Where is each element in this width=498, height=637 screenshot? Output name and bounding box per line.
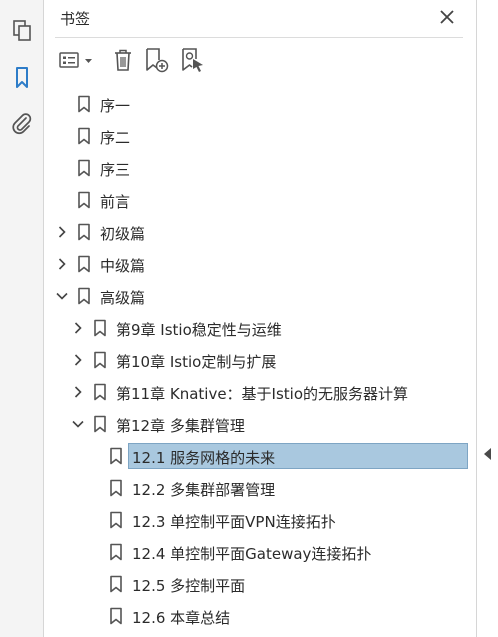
close-icon[interactable]	[438, 8, 456, 26]
bookmark-label: 12.5 多控制平面	[132, 577, 246, 595]
bookmark-row[interactable]: 前言	[45, 185, 476, 215]
bookmark-label: 第9章 Istio稳定性与运维	[116, 321, 282, 339]
chevron-right-icon[interactable]	[71, 385, 85, 399]
options-menu-icon	[59, 52, 92, 68]
bookmark-row[interactable]: 序一	[45, 89, 476, 119]
bookmark-row[interactable]: 第10章 Istio定制与扩展	[45, 345, 476, 375]
bookmark-label: 序三	[100, 161, 131, 179]
bookmark-icon	[93, 351, 107, 369]
bookmark-icon	[109, 575, 123, 593]
bookmark-label: 初级篇	[100, 225, 146, 243]
bookmark-label: 前言	[100, 193, 131, 211]
bookmark-row[interactable]: 12.5 多控制平面	[45, 569, 476, 599]
bookmark-icon	[77, 127, 91, 145]
chevron-right-icon[interactable]	[71, 353, 85, 367]
bookmark-row[interactable]: 第12章 多集群管理	[45, 409, 476, 439]
bookmark-row[interactable]: 序二	[45, 121, 476, 151]
bookmark-label: 12.3 单控制平面VPN连接拓扑	[132, 513, 336, 531]
bookmark-icon	[93, 415, 107, 433]
panel-title: 书签	[60, 10, 91, 28]
bookmark-label: 12.2 多集群部署管理	[132, 481, 276, 499]
bookmark-label: 12.1 服务网格的未来	[132, 449, 276, 467]
bookmarks-toolbar	[55, 45, 455, 75]
bookmark-icon	[77, 223, 91, 241]
panel-header: 书签	[45, 0, 476, 36]
bookmarks-panel: 书签 序一 序二 序三 前言 初级篇 中级篇 高级篇 第9章 Istio稳定性与…	[45, 0, 476, 637]
bookmark-icon	[109, 511, 123, 529]
bookmark-row[interactable]: 12.6 本章总结	[45, 601, 476, 631]
bookmark-row[interactable]: 12.3 单控制平面VPN连接拓扑	[45, 505, 476, 535]
new-bookmark-from-structure-icon	[182, 48, 203, 72]
collapse-panel-tab[interactable]	[476, 0, 498, 637]
bookmark-label: 第11章 Knative：基于Istio的无服务器计算	[116, 385, 409, 403]
bookmark-label: 中级篇	[100, 257, 146, 275]
chevron-right-icon[interactable]	[55, 225, 69, 239]
chevron-down-icon[interactable]	[55, 289, 69, 303]
chevron-right-icon[interactable]	[71, 321, 85, 335]
new-bookmark-from-structure-button[interactable]	[179, 46, 207, 74]
bookmark-row[interactable]: 初级篇	[45, 217, 476, 247]
bookmark-row[interactable]: 中级篇	[45, 249, 476, 279]
bookmark-row[interactable]: 高级篇	[45, 281, 476, 311]
bookmark-row[interactable]: 12.1 服务网格的未来	[45, 441, 476, 471]
chevron-down-icon[interactable]	[71, 417, 85, 431]
bookmark-label: 高级篇	[100, 289, 146, 307]
bookmark-icon	[93, 319, 107, 337]
pages-icon[interactable]	[9, 18, 35, 44]
bookmark-icon	[77, 255, 91, 273]
bookmark-label: 第12章 多集群管理	[116, 417, 245, 435]
bookmark-icon	[109, 607, 123, 625]
bookmark-icon	[109, 479, 123, 497]
header-divider	[55, 37, 463, 38]
bookmark-icon	[77, 159, 91, 177]
bookmark-label: 12.6 本章总结	[132, 609, 231, 627]
navigation-rail	[0, 0, 44, 637]
bookmark-icon	[77, 95, 91, 113]
new-bookmark-icon	[146, 48, 169, 73]
collapse-arrow-icon	[484, 448, 491, 460]
attachment-icon[interactable]	[9, 110, 35, 136]
bookmark-row[interactable]: 第11章 Knative：基于Istio的无服务器计算	[45, 377, 476, 407]
delete-button[interactable]	[111, 46, 135, 74]
bookmark-row[interactable]: 序三	[45, 153, 476, 183]
bookmark-icon	[109, 543, 123, 561]
bookmark-label: 序一	[100, 97, 131, 115]
bookmark-label: 序二	[100, 129, 131, 147]
bookmark-row[interactable]: 第9章 Istio稳定性与运维	[45, 313, 476, 343]
delete-icon	[115, 49, 131, 71]
bookmark-label: 第10章 Istio定制与扩展	[116, 353, 277, 371]
bookmark-icon	[109, 447, 123, 465]
bookmark-icon	[77, 287, 91, 305]
bookmark-row[interactable]: 12.4 单控制平面Gateway连接拓扑	[45, 537, 476, 567]
bookmark-icon[interactable]	[9, 65, 35, 91]
new-bookmark-button[interactable]	[143, 46, 171, 74]
bookmark-row[interactable]: 12.2 多集群部署管理	[45, 473, 476, 503]
options-menu-button[interactable]	[59, 46, 97, 74]
bookmark-icon	[77, 191, 91, 209]
chevron-right-icon[interactable]	[55, 257, 69, 271]
bookmark-label: 12.4 单控制平面Gateway连接拓扑	[132, 545, 372, 563]
bookmark-icon	[93, 383, 107, 401]
